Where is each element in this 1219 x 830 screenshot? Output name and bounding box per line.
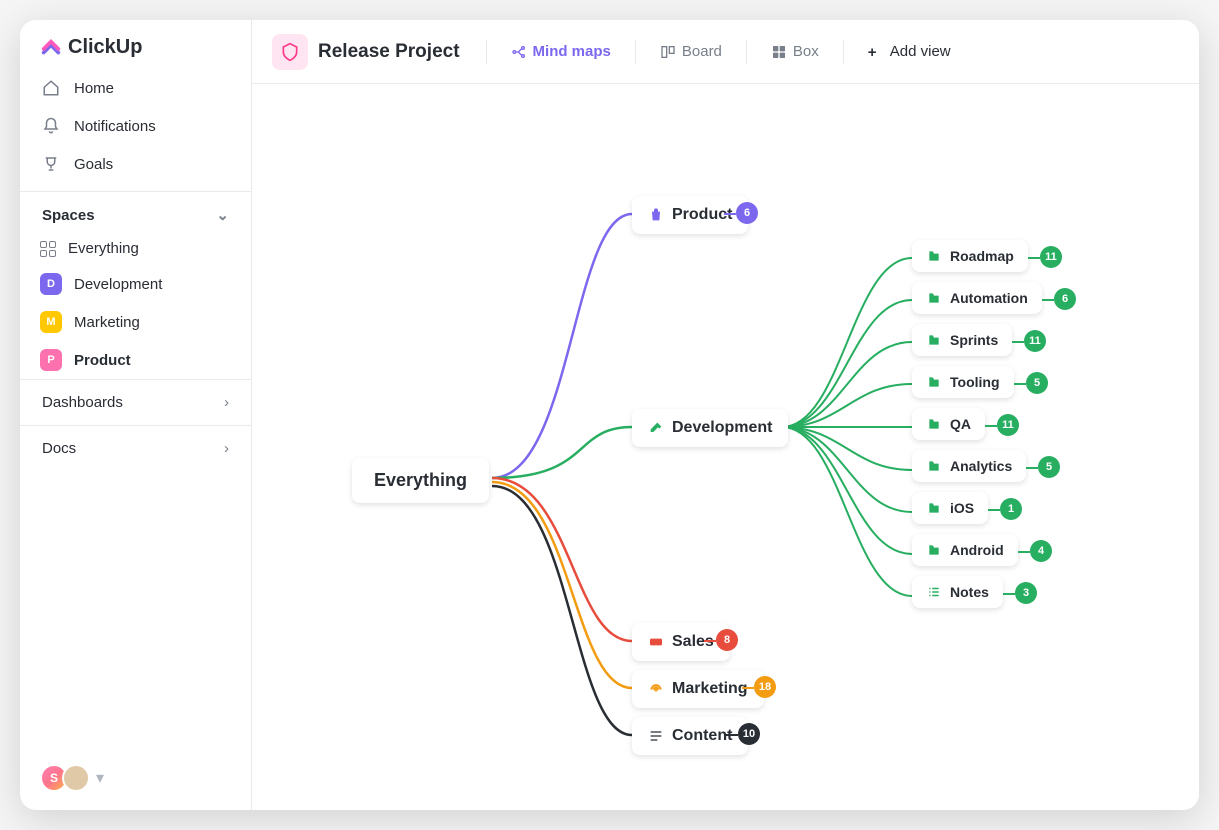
chevron-right-icon: ›	[224, 440, 229, 457]
chevron-down-icon: ⌄	[216, 206, 229, 224]
sidebar-item-marketing[interactable]: M Marketing	[20, 303, 251, 341]
app-name: ClickUp	[68, 36, 142, 59]
count-badge: 5	[1038, 456, 1060, 478]
sidebar-docs[interactable]: Docs ›	[20, 425, 251, 471]
node-root[interactable]: Everything	[352, 458, 489, 503]
chevron-right-icon: ›	[224, 394, 229, 411]
add-view-button[interactable]: + Add view	[862, 39, 957, 64]
count-badge: 1	[1000, 498, 1022, 520]
node-dev-child[interactable]: Roadmap	[912, 240, 1028, 272]
count-badge: 3	[1015, 582, 1037, 604]
folder-icon	[926, 500, 942, 516]
view-board[interactable]: Board	[654, 39, 728, 64]
app-window: ClickUp Home Notifications Goals Spaces …	[20, 20, 1199, 810]
folder-icon	[926, 332, 942, 348]
nav-home[interactable]: Home	[20, 69, 251, 107]
folder-icon	[926, 416, 942, 432]
space-badge: M	[40, 311, 62, 333]
trophy-icon	[42, 155, 60, 173]
grid-icon	[40, 241, 56, 257]
main: Release Project Mind maps Board Box + Ad…	[252, 20, 1199, 810]
node-content[interactable]: Content	[632, 717, 748, 755]
folder-icon	[926, 290, 942, 306]
node-dev-child[interactable]: Analytics	[912, 450, 1026, 482]
avatar[interactable]	[62, 764, 90, 792]
sidebar-item-everything[interactable]: Everything	[20, 232, 251, 265]
nav-goals[interactable]: Goals	[20, 145, 251, 183]
count-badge: 6	[1054, 288, 1076, 310]
count-badge: 10	[738, 723, 760, 745]
count-badge: 5	[1026, 372, 1048, 394]
plus-icon: +	[868, 44, 884, 60]
count-badge: 4	[1030, 540, 1052, 562]
sidebar-footer: S ▾	[20, 746, 251, 810]
bell-icon	[42, 117, 60, 135]
mindmap-icon	[511, 44, 527, 60]
logo[interactable]: ClickUp	[20, 20, 251, 69]
node-dev-child[interactable]: Automation	[912, 282, 1042, 314]
count-badge: 11	[1040, 246, 1062, 268]
board-icon	[660, 44, 676, 60]
node-sales[interactable]: Sales	[632, 623, 730, 661]
count-badge: 11	[1024, 330, 1046, 352]
view-mindmaps[interactable]: Mind maps	[505, 39, 617, 64]
ticket-icon	[648, 634, 664, 650]
count-badge: 8	[716, 629, 738, 651]
view-box[interactable]: Box	[765, 39, 825, 64]
node-product[interactable]: Product	[632, 196, 748, 234]
node-dev-child[interactable]: Android	[912, 534, 1018, 566]
project-icon	[272, 34, 308, 70]
node-dev-child[interactable]: iOS	[912, 492, 988, 524]
hammer-icon	[648, 420, 664, 436]
folder-icon	[926, 542, 942, 558]
box-icon	[771, 44, 787, 60]
count-badge: 6	[736, 202, 758, 224]
count-badge: 18	[754, 676, 776, 698]
folder-icon	[926, 374, 942, 390]
folder-icon	[926, 248, 942, 264]
node-dev-child[interactable]: Sprints	[912, 324, 1012, 356]
space-badge: D	[40, 273, 62, 295]
toolbar: Release Project Mind maps Board Box + Ad…	[252, 20, 1199, 84]
folder-icon	[926, 458, 942, 474]
sidebar: ClickUp Home Notifications Goals Spaces …	[20, 20, 252, 810]
page-title: Release Project	[318, 41, 460, 63]
sidebar-item-development[interactable]: D Development	[20, 265, 251, 303]
node-dev-child[interactable]: Notes	[912, 576, 1003, 608]
node-dev-child[interactable]: QA	[912, 408, 985, 440]
bag-icon	[648, 207, 664, 223]
space-badge: P	[40, 349, 62, 371]
count-badge: 11	[997, 414, 1019, 436]
sidebar-dashboards[interactable]: Dashboards ›	[20, 379, 251, 425]
caret-down-icon[interactable]: ▾	[96, 768, 104, 788]
list-icon	[648, 728, 664, 744]
broadcast-icon	[648, 681, 664, 697]
logo-icon	[40, 37, 62, 59]
node-development[interactable]: Development	[632, 409, 788, 447]
spaces-header[interactable]: Spaces ⌄	[20, 191, 251, 232]
mindmap-canvas[interactable]: Everything Product 6 Development Sales 8	[252, 84, 1199, 810]
folder-icon	[926, 584, 942, 600]
home-icon	[42, 79, 60, 97]
nav-notifications[interactable]: Notifications	[20, 107, 251, 145]
node-marketing[interactable]: Marketing	[632, 670, 764, 708]
sidebar-item-product[interactable]: P Product	[20, 341, 251, 379]
node-dev-child[interactable]: Tooling	[912, 366, 1014, 398]
